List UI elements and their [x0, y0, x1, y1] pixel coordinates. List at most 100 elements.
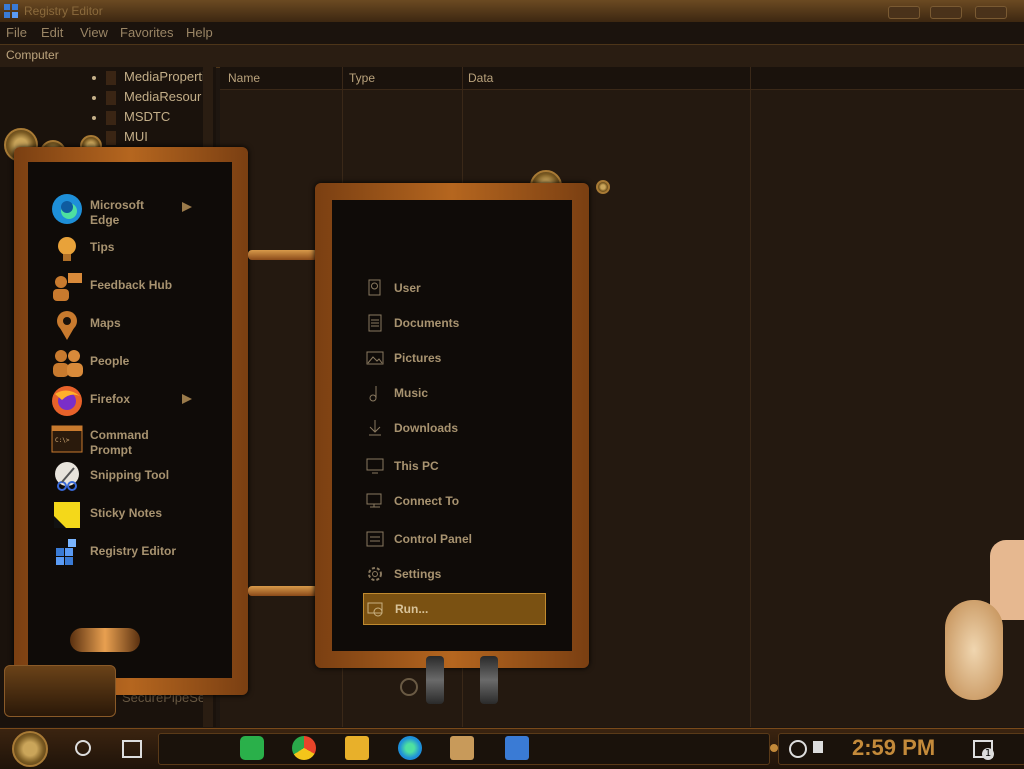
column-header-type[interactable]: Type: [349, 71, 375, 85]
monitor-icon: [366, 458, 384, 474]
run-icon: [367, 602, 383, 617]
app-label: Tips: [90, 240, 115, 254]
cmd-icon: C:\>: [51, 425, 83, 453]
place-settings[interactable]: Settings: [366, 559, 544, 589]
app-label: Firefox: [90, 392, 131, 406]
registry-app-icon: [4, 4, 18, 18]
tree-item-label: MediaProperti: [124, 69, 205, 84]
registry-icon: [56, 539, 76, 565]
map-pin-icon: [57, 311, 77, 340]
app-label: Snipping Tool: [90, 468, 170, 482]
app-label: People: [90, 354, 130, 368]
lightbulb-icon: [58, 237, 76, 261]
place-label: User: [394, 281, 421, 295]
close-button[interactable]: [975, 6, 1007, 19]
power-icon[interactable]: [400, 678, 418, 696]
menu-view[interactable]: View: [80, 25, 108, 40]
place-music[interactable]: Music: [366, 378, 544, 408]
menu-help[interactable]: Help: [186, 25, 213, 40]
app-item-edge[interactable]: Microsoft Edge: [50, 190, 200, 227]
app-item-sticky-notes[interactable]: Sticky Notes: [50, 496, 200, 532]
sticky-note-icon: [54, 502, 80, 528]
task-view-button[interactable]: [122, 740, 142, 758]
power-lever[interactable]: [426, 656, 444, 704]
title-bar[interactable]: Registry Editor: [0, 0, 1024, 23]
place-label: Downloads: [394, 421, 459, 435]
column-header-data[interactable]: Data: [468, 71, 493, 85]
show-hidden-icons-button[interactable]: [770, 744, 778, 752]
place-connect-to[interactable]: Connect To: [366, 486, 544, 516]
decorative-gear: [596, 180, 610, 194]
place-label: Run...: [395, 602, 429, 616]
place-user[interactable]: User: [366, 273, 544, 303]
start-button[interactable]: [12, 731, 48, 767]
edge-taskbar-icon[interactable]: [398, 736, 422, 760]
menu-favorites[interactable]: Favorites: [120, 25, 173, 40]
people-icon: [53, 350, 83, 377]
taskbar-clock[interactable]: 2:59 PM: [852, 735, 935, 761]
app-item-registry-editor[interactable]: Registry Editor: [50, 534, 200, 570]
address-bar[interactable]: [0, 44, 1024, 68]
app-item-tips[interactable]: Tips: [50, 230, 200, 266]
registry-taskbar-icon[interactable]: [505, 736, 529, 760]
tree-item[interactable]: MediaProperti: [92, 69, 205, 89]
app-item-feedback-hub[interactable]: Feedback Hub: [50, 268, 200, 304]
tree-item-label: MediaResour: [124, 89, 202, 104]
tree-item-label: MSDTC: [124, 109, 171, 124]
decorative-lamp: [70, 628, 140, 652]
volume-muted-icon[interactable]: [813, 741, 823, 753]
app-label-line2: Prompt: [90, 443, 132, 457]
scissors-icon: [55, 462, 79, 491]
document-icon: [368, 314, 382, 332]
maximize-button[interactable]: [930, 6, 962, 19]
column-header-name[interactable]: Name: [228, 71, 260, 85]
chrome-taskbar-icon[interactable]: [292, 736, 316, 760]
place-documents[interactable]: Documents: [366, 308, 544, 338]
app-label: Feedback Hub: [90, 278, 173, 292]
firefox-icon: [52, 386, 82, 416]
address-path[interactable]: Computer: [6, 48, 59, 62]
window-title: Registry Editor: [24, 4, 103, 18]
sticky-notes-taskbar-icon[interactable]: [240, 736, 264, 760]
cortana-button[interactable]: [75, 740, 91, 756]
place-downloads[interactable]: Downloads: [366, 413, 544, 443]
app-item-command-prompt[interactable]: C:\> Command Prompt: [50, 420, 200, 457]
gear-icon: [368, 567, 382, 581]
app-taskbar-icon[interactable]: [450, 736, 474, 760]
place-label: Pictures: [394, 351, 442, 365]
column-header-row: [220, 67, 1024, 90]
file-explorer-taskbar-icon[interactable]: [345, 736, 369, 760]
decorative-machine: [4, 665, 116, 717]
app-item-people[interactable]: People: [50, 344, 200, 380]
tree-item[interactable]: MSDTC: [92, 109, 170, 129]
decorative-pipe: [248, 250, 318, 260]
menu-edit[interactable]: Edit: [41, 25, 63, 40]
app-item-snipping-tool[interactable]: Snipping Tool: [50, 458, 200, 494]
app-label-line2: Edge: [90, 213, 120, 227]
app-label: Command: [90, 428, 149, 442]
tree-item-label: MUI: [124, 129, 148, 144]
place-label: Music: [394, 386, 429, 400]
submenu-arrow-icon: [182, 394, 192, 404]
decorative-pipe: [248, 586, 318, 596]
place-run[interactable]: Run...: [363, 593, 546, 625]
place-this-pc[interactable]: This PC: [366, 451, 544, 481]
app-label: Maps: [90, 316, 121, 330]
app-label: Registry Editor: [90, 544, 177, 558]
column-divider[interactable]: [750, 67, 751, 727]
place-label: Settings: [394, 567, 442, 581]
app-item-firefox[interactable]: Firefox: [50, 382, 200, 418]
network-icon[interactable]: [789, 740, 807, 758]
shutdown-options-lever[interactable]: [480, 656, 498, 704]
music-icon: [369, 386, 377, 402]
place-pictures[interactable]: Pictures: [366, 343, 544, 373]
place-control-panel[interactable]: Control Panel: [366, 524, 544, 554]
menu-file[interactable]: File: [6, 25, 27, 40]
tree-item[interactable]: MediaResour: [92, 89, 201, 109]
hamster-mascot: [945, 600, 1003, 700]
app-item-maps[interactable]: Maps: [50, 306, 200, 342]
submenu-arrow-icon: [182, 202, 192, 212]
connect-icon: [366, 493, 382, 508]
notification-count-badge: 1: [982, 748, 994, 760]
minimize-button[interactable]: [888, 6, 920, 19]
